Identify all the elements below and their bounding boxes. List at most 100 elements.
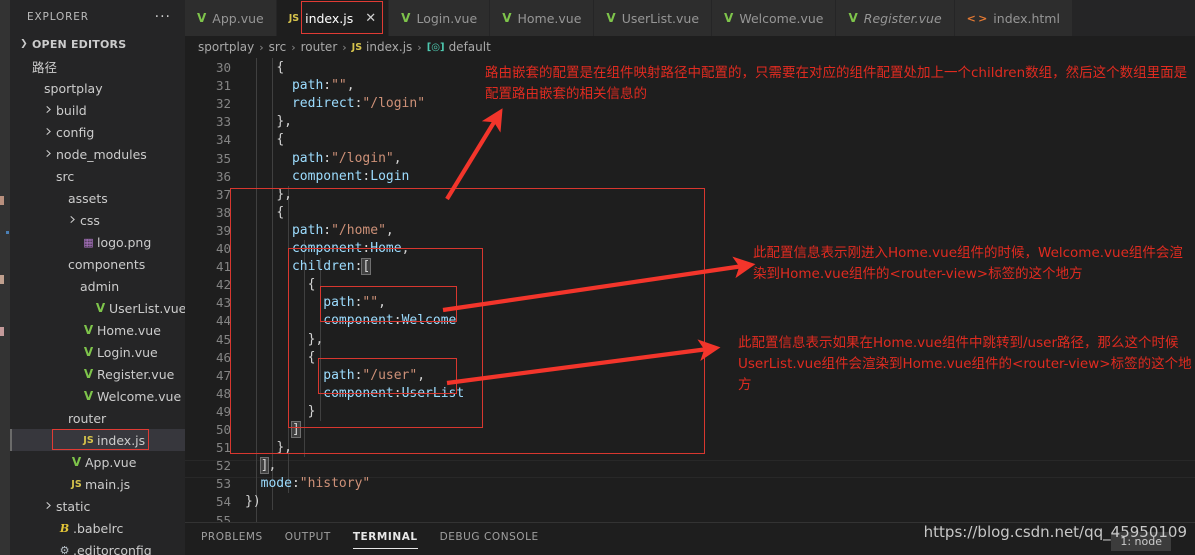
sidebar-item-register-vue[interactable]: V Register.vue [10, 363, 185, 385]
sidebar-item-src[interactable]: src [10, 165, 185, 187]
sidebar-item-logo-png[interactable]: ▦ logo.png [10, 231, 185, 253]
vue-file-icon: V [197, 11, 207, 25]
code-editor[interactable]: 30 {31 path:"", 32 redirect:"/login" 33 },… [185, 58, 1195, 522]
js-file-icon: JS [71, 478, 82, 490]
code-line[interactable]: }, [245, 331, 324, 349]
sidebar-item-[interactable]: 路径 [10, 55, 185, 77]
code-line[interactable]: path:"", [245, 294, 386, 312]
sidebar-item-assets[interactable]: assets [10, 187, 185, 209]
sidebar-item-build[interactable]: build [10, 99, 185, 121]
sidebar-item-admin[interactable]: admin [10, 275, 185, 297]
code-line[interactable]: path:"/user", [245, 367, 425, 385]
sidebar-item-label: 路径 [32, 59, 58, 75]
breadcrumb-item-sportplay[interactable]: sportplay [198, 40, 254, 54]
sidebar-item-babelrc[interactable]: B .babelrc [10, 517, 185, 539]
tab-home-vue[interactable]: V Home.vue [490, 0, 595, 36]
close-icon[interactable]: ✕ [365, 11, 376, 26]
panel-tab-output[interactable]: OUTPUT [285, 531, 331, 547]
babel-file-icon: B [59, 521, 70, 535]
line-number: 55 [215, 512, 231, 523]
code-line[interactable]: }, [245, 186, 292, 204]
sidebar-item-index-js[interactable]: JS index.js [10, 429, 185, 451]
line-number: 44 [215, 313, 231, 329]
file-tree[interactable]: 路径 sportplay build config node_modulessrc ass… [10, 55, 185, 555]
sidebar-item-css[interactable]: css [10, 209, 185, 231]
code-line[interactable]: redirect:"/login" [245, 95, 425, 113]
code-line[interactable]: { [245, 276, 316, 294]
sidebar-item-node-modules[interactable]: node_modules [10, 143, 185, 165]
vue-file-icon: V [401, 11, 411, 25]
code-line[interactable]: }, [245, 439, 292, 457]
explorer-sidebar[interactable]: EXPLORER ··· ❯ OPEN EDITORS 路径 sportplay b… [10, 0, 185, 555]
code-line[interactable]: { [245, 204, 284, 222]
sidebar-item-welcome-vue[interactable]: V Welcome.vue [10, 385, 185, 407]
code-line[interactable]: component:Login [245, 168, 409, 186]
terminal-selector[interactable]: 1: node [1111, 532, 1171, 551]
sidebar-item-config[interactable]: config [10, 121, 185, 143]
tab-userlist-vue[interactable]: V UserList.vue [594, 0, 713, 36]
gear-icon: ⚙ [59, 543, 70, 555]
vscode-window: EXPLORER ··· ❯ OPEN EDITORS 路径 sportplay b… [0, 0, 1195, 555]
sidebar-item-home-vue[interactable]: V Home.vue [10, 319, 185, 341]
sidebar-item-open-editors[interactable]: ❯ OPEN EDITORS [10, 33, 185, 55]
code-line[interactable]: component:Home, [245, 240, 409, 258]
code-line[interactable]: } [245, 403, 316, 421]
code-line[interactable]: component:UserList [245, 385, 464, 403]
line-number: 53 [215, 476, 231, 492]
bottom-panel[interactable]: PROBLEMS OUTPUT TERMINAL DEBUG CONSOLE 1: n… [185, 522, 1195, 555]
panel-tab-problems[interactable]: PROBLEMS [201, 531, 263, 547]
tab-welcome-vue[interactable]: V Welcome.vue [712, 0, 837, 36]
tab-app-vue[interactable]: V App.vue [185, 0, 277, 36]
code-line[interactable]: { [245, 59, 284, 77]
breadcrumb-item-default[interactable]: default [449, 40, 491, 54]
sidebar-item-label: node_modules [56, 146, 147, 162]
sidebar-item-router[interactable]: router [10, 407, 185, 429]
code-line[interactable]: mode:"history" [245, 475, 371, 493]
tab-index-js[interactable]: JS index.js ✕ [276, 0, 390, 36]
sidebar-item-label: main.js [85, 476, 131, 492]
breadcrumb[interactable]: sportplay › src › router › JS index.js ›… [185, 36, 1195, 58]
code-line[interactable]: { [245, 131, 284, 149]
line-number: 41 [215, 259, 231, 275]
panel-tab-terminal[interactable]: TERMINAL [352, 531, 418, 549]
annotation-children-array: 路由嵌套的配置是在组件映射路径中配置的，只需要在对应的组件配置处加上一个chil… [485, 65, 1188, 102]
code-line[interactable]: path:"", [245, 77, 355, 95]
code-line[interactable]: children:[ [245, 258, 372, 276]
sidebar-item-main-js[interactable]: JS main.js [10, 473, 185, 495]
vue-file-icon: V [95, 301, 106, 315]
activity-bar[interactable] [0, 0, 10, 555]
tab-register-vue[interactable]: V Register.vue [836, 0, 955, 36]
code-line[interactable]: path:"/home", [245, 222, 394, 240]
line-number: 47 [215, 367, 231, 383]
panel-tab-debug-console[interactable]: DEBUG CONSOLE [440, 531, 539, 547]
sidebar-item-sportplay[interactable]: sportplay [10, 77, 185, 99]
code-line[interactable]: ] [245, 421, 301, 439]
code-line[interactable]: path:"/login", [245, 150, 402, 168]
line-number: 43 [215, 295, 231, 311]
code-line[interactable]: }) [245, 493, 261, 511]
sidebar-item-static[interactable]: static [10, 495, 185, 517]
chevron-right-icon: › [417, 40, 422, 54]
breadcrumb-item-indexjs[interactable]: index.js [366, 40, 412, 54]
sidebar-item-app-vue[interactable]: V App.vue [10, 451, 185, 473]
code-line[interactable]: component:Welcome [245, 312, 456, 330]
line-number: 37 [215, 186, 231, 202]
editor-tab-bar[interactable]: V App.vue JS index.js ✕ V Login.vue V Home.vue V U… [185, 0, 1195, 36]
code-line[interactable]: ], [245, 457, 276, 475]
tab-label: index.js [305, 10, 354, 26]
sidebar-item-editorconfig[interactable]: ⚙ .editorconfig [10, 539, 185, 555]
breadcrumb-item-src[interactable]: src [269, 40, 287, 54]
js-file-icon: JS [351, 41, 363, 53]
code-line[interactable]: }, [245, 113, 292, 131]
more-actions-icon[interactable]: ··· [155, 10, 171, 24]
line-number: 31 [215, 78, 231, 94]
tab-login-vue[interactable]: V Login.vue [389, 0, 491, 36]
breadcrumb-item-router[interactable]: router [301, 40, 338, 54]
sidebar-item-login-vue[interactable]: V Login.vue [10, 341, 185, 363]
tab-index-html[interactable]: < > index.html [954, 0, 1073, 36]
sidebar-item-components[interactable]: components [10, 253, 185, 275]
code-line[interactable]: { [245, 349, 316, 367]
sidebar-item-userlist-vue[interactable]: V UserList.vue [10, 297, 185, 319]
tab-label: Welcome.vue [739, 10, 824, 26]
annotation-userlist-render: 此配置信息表示如果在Home.vue组件中跳转到/user路径，那么这个时候Us… [738, 335, 1192, 393]
